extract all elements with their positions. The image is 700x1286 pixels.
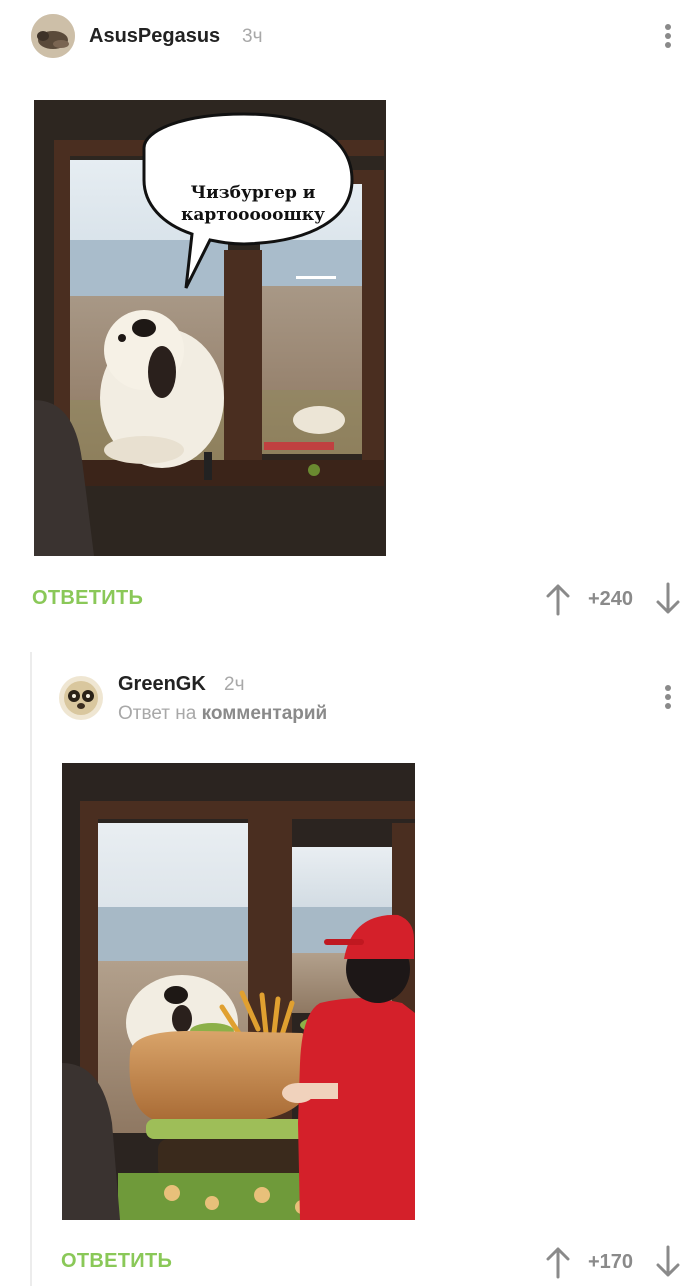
arrow-up-icon[interactable] <box>544 1245 572 1279</box>
polar-bear-window-image <box>34 100 386 556</box>
image-caption: Чизбургер и картооооошку <box>181 183 325 225</box>
rating-count: +170 <box>588 1251 634 1273</box>
avatar[interactable] <box>59 676 103 720</box>
reply-button[interactable]: ОТВЕТИТЬ <box>61 1250 172 1273</box>
timestamp: 3ч <box>242 26 263 47</box>
reply-to-prefix: Ответ на <box>118 703 197 724</box>
thread-branch-line[interactable] <box>30 652 32 1286</box>
parent-comment-link[interactable]: комментарий <box>202 703 328 724</box>
arrow-up-icon[interactable] <box>544 582 572 616</box>
reply-button[interactable]: ОТВЕТИТЬ <box>32 587 143 610</box>
comment-image[interactable]: Чизбургер и картооооошку <box>34 100 386 556</box>
timestamp: 2ч <box>224 674 245 695</box>
avatar-image <box>59 676 103 720</box>
comments-page: AsusPegasus 3ч Чизбургер и картооооошку … <box>0 0 700 1286</box>
polar-bear-burger-image <box>62 763 415 1220</box>
avatar-image <box>31 14 75 58</box>
username[interactable]: AsusPegasus <box>89 25 220 48</box>
username[interactable]: GreenGK <box>118 673 206 696</box>
arrow-down-icon[interactable] <box>654 582 682 616</box>
reply-to-label: Ответ на комментарий <box>118 703 327 725</box>
kebab-menu-icon[interactable] <box>658 18 678 54</box>
comment-image[interactable] <box>62 763 415 1220</box>
kebab-menu-icon[interactable] <box>658 679 678 715</box>
arrow-down-icon[interactable] <box>654 1245 682 1279</box>
avatar[interactable] <box>31 14 75 58</box>
rating-count: +240 <box>588 588 634 610</box>
